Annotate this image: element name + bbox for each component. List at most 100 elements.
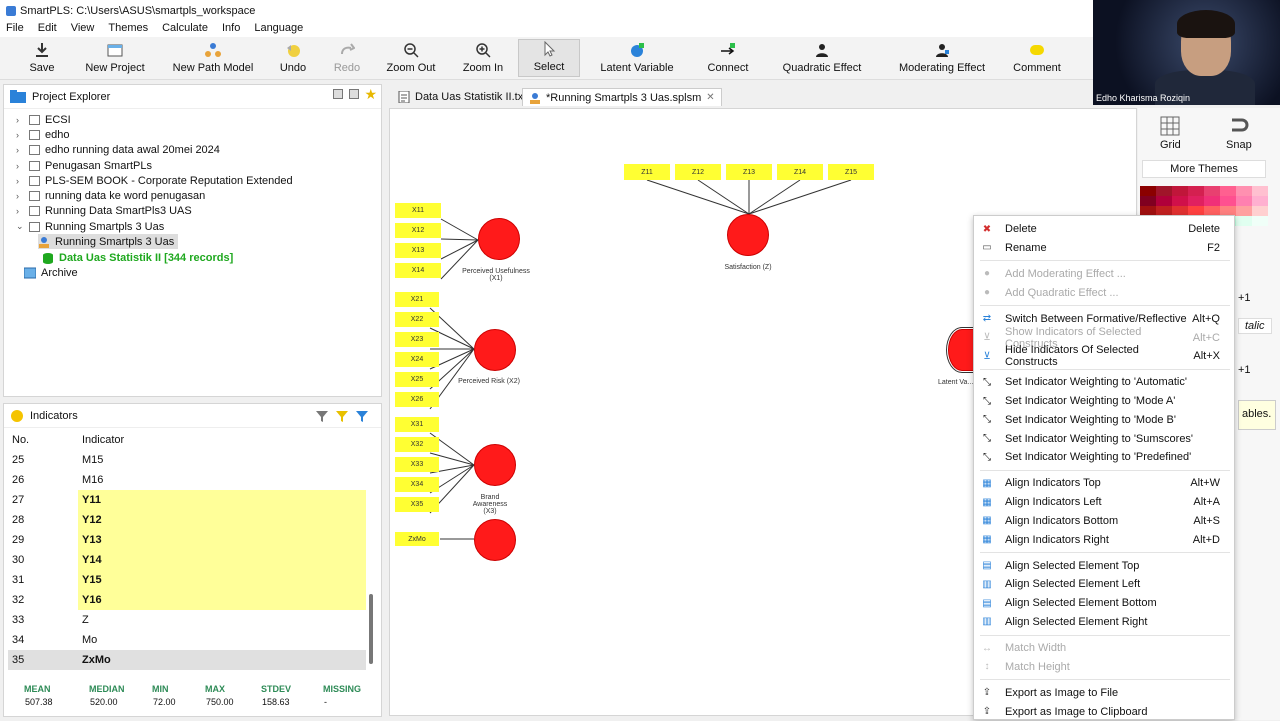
construct-latent-selected[interactable] xyxy=(946,327,978,373)
context-menu-item[interactable]: ⤡ Set Indicator Weighting to 'Sumscores' xyxy=(974,430,1236,448)
indicator-box[interactable]: X31 xyxy=(395,417,439,432)
indicator-box[interactable]: X11 xyxy=(395,203,441,218)
tree-item-running-word[interactable]: › running data ke word penugasan xyxy=(16,188,205,203)
construct-brand-awareness[interactable] xyxy=(474,444,516,486)
palette-swatch[interactable] xyxy=(1236,206,1252,216)
tree-item-edho-running[interactable]: › edho running data awal 20mei 2024 xyxy=(16,142,220,157)
palette-swatch[interactable] xyxy=(1236,216,1252,226)
context-menu-item[interactable]: ⇪ Export as Image to Clipboard xyxy=(974,703,1236,721)
context-menu-item[interactable]: ▤ Align Selected Element Bottom xyxy=(974,594,1236,612)
indicator-box[interactable]: Z14 xyxy=(777,164,823,180)
palette-swatch[interactable] xyxy=(1252,186,1268,196)
menu-view[interactable]: View xyxy=(71,22,95,34)
palette-swatch[interactable] xyxy=(1140,186,1156,196)
indicator-box[interactable]: X13 xyxy=(395,243,441,258)
indicator-box[interactable]: Z12 xyxy=(675,164,721,180)
tree-item-penugasan[interactable]: › Penugasan SmartPLs xyxy=(16,158,152,173)
indicator-row[interactable]: 28 Y12 xyxy=(8,510,366,530)
context-menu-item[interactable]: ● Add Moderating Effect ... xyxy=(974,265,1236,283)
partial-control-2[interactable]: +1 xyxy=(1238,364,1251,376)
indicator-row[interactable]: 33 Z xyxy=(8,610,366,630)
indicator-box[interactable]: X33 xyxy=(395,457,439,472)
construct-satisfaction[interactable] xyxy=(727,214,769,256)
chevron-right-icon[interactable]: › xyxy=(16,130,24,140)
construct-perceived-risk[interactable] xyxy=(474,329,516,371)
indicator-row[interactable]: 31 Y15 xyxy=(8,570,366,590)
palette-swatch[interactable] xyxy=(1236,196,1252,206)
indicator-box[interactable]: X34 xyxy=(395,477,439,492)
chevron-right-icon[interactable]: › xyxy=(16,176,24,186)
column-header-indicator[interactable]: Indicator xyxy=(78,430,366,450)
chevron-right-icon[interactable]: › xyxy=(16,115,24,125)
indicator-zxmo[interactable]: ZxMo xyxy=(395,532,439,546)
close-tab-icon[interactable]: ✕ xyxy=(706,92,714,103)
indicator-row[interactable]: 26 M16 xyxy=(8,470,366,490)
context-menu-item[interactable]: ▥ Align Selected Element Right xyxy=(974,613,1236,631)
palette-swatch[interactable] xyxy=(1156,186,1172,196)
indicator-box[interactable]: X25 xyxy=(395,372,439,387)
undo-button[interactable]: Undo xyxy=(276,39,310,77)
comment-button[interactable]: Comment xyxy=(1012,39,1062,77)
tree-item-ecsi[interactable]: › ECSI xyxy=(16,112,71,127)
column-header-no[interactable]: No. xyxy=(8,434,78,446)
context-menu-item[interactable]: ▤ Align Selected Element Top xyxy=(974,557,1236,575)
indicator-box[interactable]: Z11 xyxy=(624,164,670,180)
context-menu-item[interactable]: ✖ Delete Delete xyxy=(974,220,1236,238)
tree-item-dataset[interactable]: Data Uas Statistik II [344 records] xyxy=(42,250,233,265)
context-menu-item[interactable]: ⤡ Set Indicator Weighting to 'Mode A' xyxy=(974,392,1236,410)
tree-item-pls-sem-book[interactable]: › PLS-SEM BOOK - Corporate Reputation Ext… xyxy=(16,173,293,188)
favorite-star-icon[interactable]: ★ xyxy=(364,86,377,103)
context-menu-item[interactable]: ⤡ Set Indicator Weighting to 'Automatic' xyxy=(974,373,1236,391)
context-menu-item[interactable]: ▥ Align Selected Element Left xyxy=(974,575,1236,593)
context-menu-item[interactable]: ⤡ Set Indicator Weighting to 'Mode B' xyxy=(974,411,1236,429)
indicator-box[interactable]: X26 xyxy=(395,392,439,407)
indicator-row[interactable]: 30 Y14 xyxy=(8,550,366,570)
maximize-icon[interactable] xyxy=(349,89,359,99)
moderating-effect-button[interactable]: Moderating Effect xyxy=(898,39,986,77)
zoom-in-button[interactable]: Zoom In xyxy=(460,39,506,77)
minimize-icon[interactable] xyxy=(333,89,343,99)
construct-perceived-usefulness[interactable] xyxy=(478,218,520,260)
palette-swatch[interactable] xyxy=(1172,186,1188,196)
indicator-row[interactable]: 27 Y11 xyxy=(8,490,366,510)
chevron-right-icon[interactable]: › xyxy=(16,206,24,216)
palette-swatch[interactable] xyxy=(1220,196,1236,206)
indicator-box[interactable]: Z13 xyxy=(726,164,772,180)
context-menu-item[interactable]: ↕ Match Height xyxy=(974,658,1236,676)
tree-item-archive[interactable]: Archive xyxy=(24,265,78,280)
tree-item-path-model[interactable]: Running Smartpls 3 Uas xyxy=(38,234,179,249)
context-menu-item[interactable]: ⤡ Set Indicator Weighting to 'Predefined' xyxy=(974,448,1236,466)
palette-swatch[interactable] xyxy=(1188,186,1204,196)
filter-icon[interactable] xyxy=(315,409,329,423)
indicator-box[interactable]: X24 xyxy=(395,352,439,367)
save-button[interactable]: Save xyxy=(22,39,62,77)
context-menu-item[interactable]: ▦ Align Indicators Top Alt+W xyxy=(974,474,1236,492)
palette-swatch[interactable] xyxy=(1172,196,1188,206)
context-menu-item[interactable]: ▦ Align Indicators Right Alt+D xyxy=(974,531,1236,549)
indicator-box[interactable]: Z15 xyxy=(828,164,874,180)
connect-button[interactable]: Connect xyxy=(706,39,750,77)
context-menu-item[interactable]: ● Add Quadratic Effect ... xyxy=(974,284,1236,302)
chevron-right-icon[interactable]: › xyxy=(16,191,24,201)
context-menu-item[interactable]: ↔ Match Width xyxy=(974,639,1236,657)
indicator-box[interactable]: X12 xyxy=(395,223,441,238)
menu-edit[interactable]: Edit xyxy=(38,22,57,34)
indicator-box[interactable]: X14 xyxy=(395,263,441,278)
palette-swatch[interactable] xyxy=(1156,196,1172,206)
context-menu-item[interactable]: ⇪ Export as Image to File xyxy=(974,684,1236,702)
partial-control-1[interactable]: +1 xyxy=(1238,292,1251,304)
partial-italic-button[interactable]: talic xyxy=(1238,318,1272,334)
chevron-right-icon[interactable]: › xyxy=(16,161,24,171)
chevron-down-icon[interactable]: ⌄ xyxy=(16,221,24,232)
palette-swatch[interactable] xyxy=(1252,196,1268,206)
indicator-row[interactable]: 25 M15 xyxy=(8,450,366,470)
indicator-row[interactable]: 34 Mo xyxy=(8,630,366,650)
indicator-box[interactable]: X22 xyxy=(395,312,439,327)
more-themes-button[interactable]: More Themes xyxy=(1142,160,1266,178)
context-menu-item[interactable]: ▦ Align Indicators Bottom Alt+S xyxy=(974,512,1236,530)
snap-toggle[interactable]: Snap xyxy=(1226,116,1252,151)
palette-swatch[interactable] xyxy=(1220,186,1236,196)
new-project-button[interactable]: New Project xyxy=(84,39,146,77)
menu-themes[interactable]: Themes xyxy=(108,22,148,34)
quadratic-effect-button[interactable]: Quadratic Effect xyxy=(782,39,862,77)
